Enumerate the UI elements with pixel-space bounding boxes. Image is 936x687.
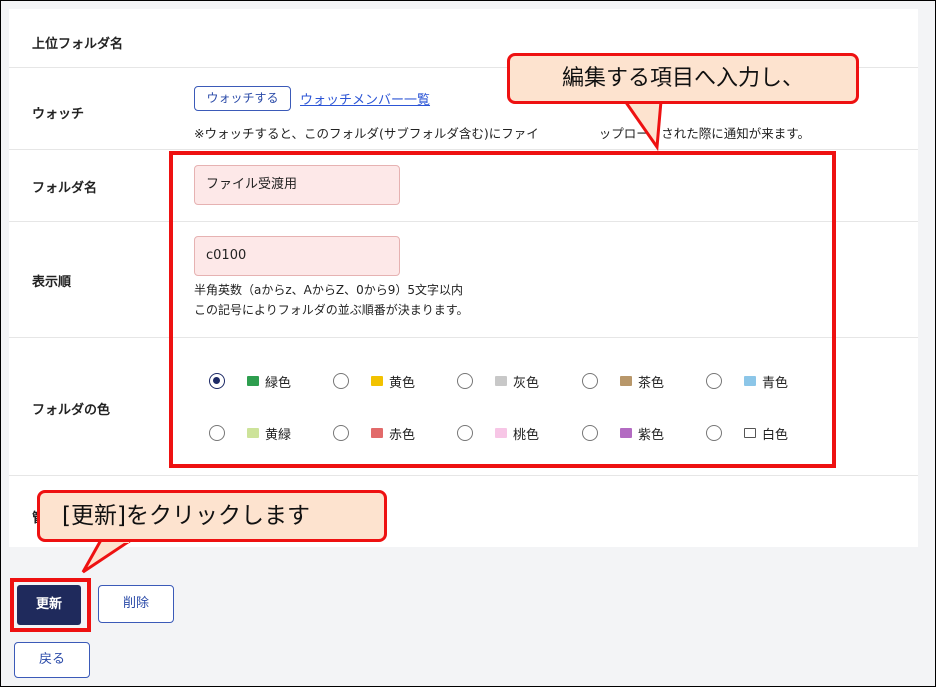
back-button[interactable]: 戻る [14, 642, 90, 678]
parent-folder-label: 上位フォルダ名 [32, 37, 124, 52]
window-frame: 上位フォルダ名 ウォッチ ウォッチする ウォッチメンバー一覧 ※ウォッチすると、… [0, 0, 936, 687]
watch-note: ※ウォッチすると、このフォルダ(サブフォルダ含む)にファイ ップロードされた際に通… [194, 123, 810, 142]
watch-button[interactable]: ウォッチする [194, 86, 291, 111]
watch-label: ウォッチ [32, 107, 85, 122]
watch-note-text: ※ウォッチすると、このフォルダ(サブフォルダ含む)にファイ [194, 126, 539, 141]
update-button[interactable]: 更新 [17, 585, 81, 625]
callout-top: 編集する項目へ入力し、 [507, 53, 859, 104]
edit-highlight-box [169, 151, 836, 468]
watch-members-link[interactable]: ウォッチメンバー一覧 [300, 89, 430, 108]
callout-bottom-pointer [81, 540, 134, 574]
callout-bottom: [更新]をクリックします [37, 490, 387, 542]
order-label: 表示順 [32, 275, 72, 290]
callout-top-pointer [623, 101, 663, 151]
delete-button[interactable]: 削除 [98, 585, 174, 623]
folder-name-label: フォルダ名 [32, 181, 98, 196]
folder-color-label: フォルダの色 [32, 403, 111, 418]
